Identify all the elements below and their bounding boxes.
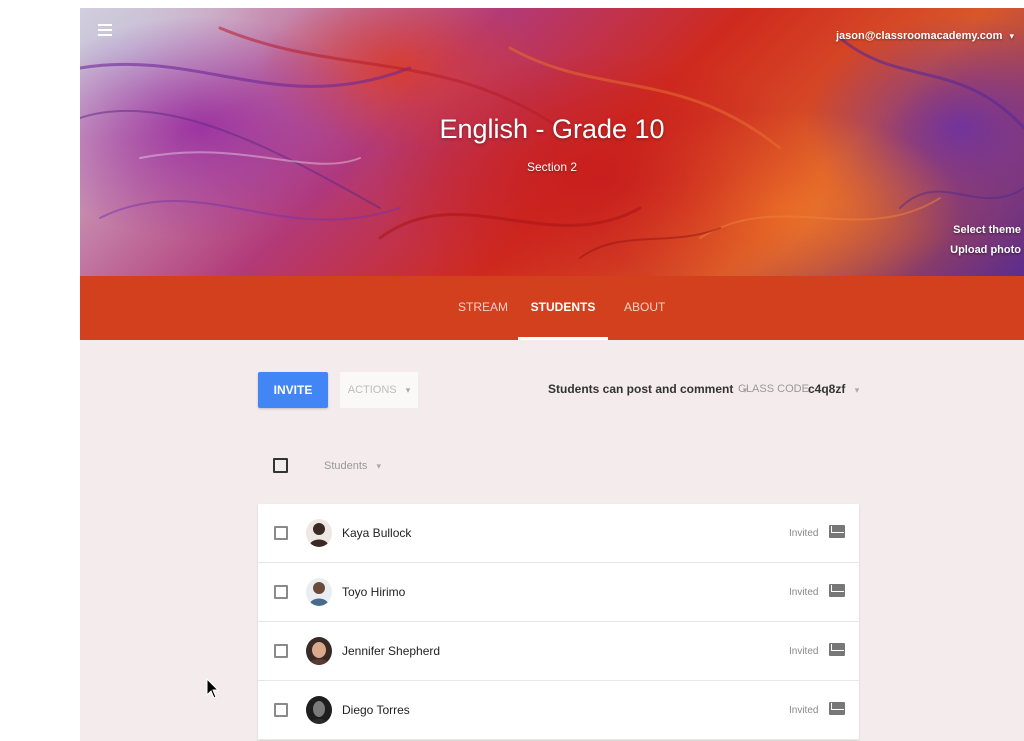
student-row[interactable]: Diego Torres Invited	[258, 681, 859, 740]
sort-dropdown[interactable]: Students ▾	[324, 460, 381, 472]
student-checkbox[interactable]	[274, 526, 288, 540]
sort-label: Students	[324, 460, 368, 472]
account-email: jason@classroomacademy.com	[835, 30, 1003, 42]
envelope-icon[interactable]	[829, 584, 845, 597]
avatar	[306, 578, 332, 606]
course-title: English - Grade 10	[439, 114, 665, 144]
class-code-label: CLASS CODE	[738, 383, 809, 395]
class-banner: jason@classroomacademy.com ▾ English - G…	[80, 8, 1024, 276]
tab-students[interactable]: STUDENTS	[518, 276, 608, 340]
select-theme-link[interactable]: Select theme	[953, 224, 1021, 236]
chevron-down-icon: ▾	[405, 385, 411, 395]
mouse-pointer-icon	[206, 678, 220, 699]
tab-about[interactable]: ABOUT	[624, 276, 665, 340]
classroom-app: jason@classroomacademy.com ▾ English - G…	[80, 8, 1024, 741]
chevron-down-icon: ▾	[854, 385, 860, 395]
avatar	[306, 637, 332, 665]
upload-photo-link[interactable]: Upload photo	[950, 244, 1021, 256]
class-code-dropdown[interactable]: c4q8zf ▾	[808, 382, 859, 396]
student-name: Diego Torres	[342, 703, 410, 717]
student-name: Kaya Bullock	[342, 526, 412, 540]
student-list: Kaya Bullock Invited Toyo Hirimo Invited…	[258, 504, 859, 740]
course-section: Section 2	[526, 160, 578, 174]
actions-label: ACTIONS	[347, 384, 397, 396]
student-checkbox[interactable]	[274, 703, 288, 717]
tab-bar: STREAM STUDENTS ABOUT	[80, 276, 1024, 340]
avatar	[306, 696, 332, 724]
student-checkbox[interactable]	[274, 644, 288, 658]
chevron-down-icon: ▾	[376, 461, 382, 471]
student-status: Invited	[789, 646, 819, 657]
envelope-icon[interactable]	[829, 702, 845, 715]
student-name: Toyo Hirimo	[342, 585, 406, 599]
student-row[interactable]: Kaya Bullock Invited	[258, 504, 859, 563]
actions-dropdown[interactable]: ACTIONS ▾	[340, 372, 418, 408]
student-name: Jennifer Shepherd	[342, 644, 441, 658]
account-menu[interactable]: jason@classroomacademy.com ▾	[836, 30, 1014, 42]
post-permission-label: Students can post and comment	[548, 382, 734, 396]
hamburger-menu-icon[interactable]	[98, 24, 112, 36]
student-checkbox[interactable]	[274, 585, 288, 599]
select-all-checkbox[interactable]	[273, 458, 288, 473]
envelope-icon[interactable]	[829, 643, 845, 656]
student-row[interactable]: Jennifer Shepherd Invited	[258, 622, 859, 681]
avatar	[306, 519, 332, 547]
invite-button[interactable]: INVITE	[258, 372, 328, 408]
envelope-icon[interactable]	[829, 525, 845, 538]
chevron-down-icon: ▾	[1009, 31, 1014, 41]
student-status: Invited	[789, 528, 819, 539]
tab-stream[interactable]: STREAM	[458, 276, 508, 340]
student-status: Invited	[789, 705, 819, 716]
class-code-value: c4q8zf	[808, 382, 846, 396]
post-permission-dropdown[interactable]: Students can post and comment ▾	[548, 382, 747, 396]
window-margin	[0, 0, 80, 741]
student-status: Invited	[789, 587, 819, 598]
student-row[interactable]: Toyo Hirimo Invited	[258, 563, 859, 622]
